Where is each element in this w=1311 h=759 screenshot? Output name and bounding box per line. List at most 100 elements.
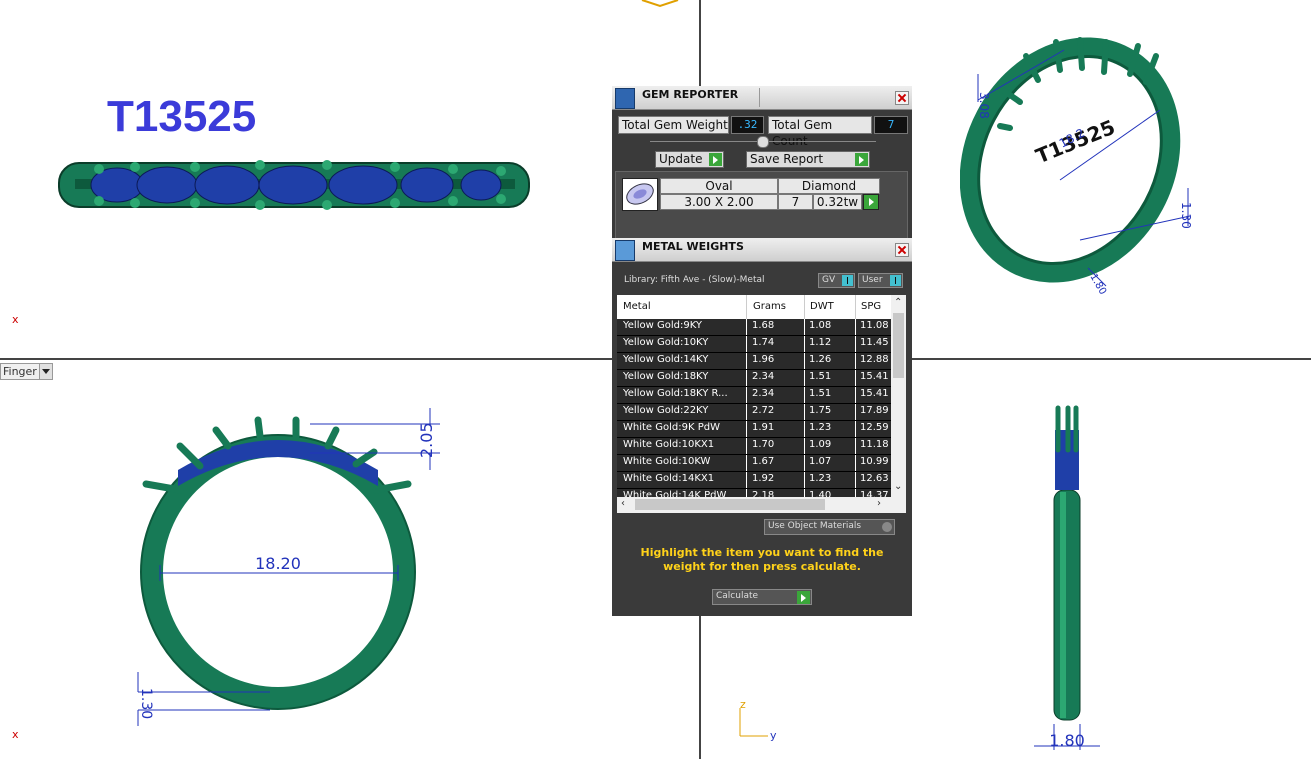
table-row[interactable]: Yellow Gold:10KY 1.74 1.12 11.45: [617, 336, 891, 353]
front-height-dim: 2.05: [417, 422, 436, 458]
calculate-button[interactable]: Calculate: [712, 589, 812, 605]
grams-cell: 1.70: [752, 439, 775, 450]
cell-divider: [746, 319, 747, 335]
spg-cell: 15.41: [860, 388, 889, 399]
col-divider[interactable]: [746, 295, 747, 319]
gem-type-cell: Diamond: [778, 178, 880, 194]
finger-dropdown[interactable]: Finger: [0, 363, 53, 380]
cell-divider: [746, 472, 747, 488]
close-icon[interactable]: [895, 91, 909, 105]
metal-cell: Yellow Gold:18KY R...: [623, 388, 728, 399]
gem-reporter-icon: [615, 88, 635, 109]
metal-table[interactable]: Metal Grams DWT SPG Yellow Gold:9KY 1.68 1…: [617, 295, 906, 513]
horizontal-scrollbar[interactable]: ‹ ›: [617, 497, 906, 513]
col-divider[interactable]: [855, 295, 856, 319]
cell-divider: [804, 421, 805, 437]
camera-marker: [641, 0, 679, 8]
cell-divider: [855, 472, 856, 488]
gem-reporter-titlebar[interactable]: GEM REPORTER: [612, 86, 912, 110]
sku-label: T13525: [107, 92, 257, 141]
front-shank-dim: 1.30: [138, 688, 154, 719]
close-icon[interactable]: [895, 243, 909, 257]
cell-divider: [804, 472, 805, 488]
spg-cell: 12.88: [860, 354, 889, 365]
cell-divider: [804, 353, 805, 369]
table-row[interactable]: Yellow Gold:9KY 1.68 1.08 11.08: [617, 319, 891, 336]
cell-divider: [746, 438, 747, 454]
side-width-dim: 1.80: [1049, 731, 1085, 750]
gem-size-cell: 3.00 X 2.00: [660, 194, 778, 210]
gv-toggle[interactable]: GV: [818, 273, 855, 288]
grams-cell: 1.91: [752, 422, 775, 433]
col-divider[interactable]: [804, 295, 805, 319]
spg-cell: 11.18: [860, 439, 889, 450]
front-width-dim: 18.20: [255, 554, 301, 573]
col-metal[interactable]: Metal: [623, 301, 651, 312]
col-grams[interactable]: Grams: [753, 301, 786, 312]
scroll-down-icon[interactable]: ⌄: [894, 481, 902, 492]
scroll-right-icon[interactable]: ›: [877, 498, 881, 509]
metal-cell: Yellow Gold:10KY: [623, 337, 709, 348]
scroll-thumb[interactable]: [893, 313, 904, 378]
instruction-text: Highlight the item you want to find the …: [640, 546, 884, 573]
cell-divider: [804, 336, 805, 352]
scroll-up-icon[interactable]: ⌃: [894, 297, 902, 308]
toggle-icon: [842, 275, 853, 286]
metal-cell: Yellow Gold:9KY: [623, 320, 702, 331]
user-toggle-label: User: [862, 275, 883, 285]
dwt-cell: 1.09: [809, 439, 832, 450]
gem-count-cell: 7: [778, 194, 813, 210]
table-row[interactable]: White Gold:9K PdW 1.91 1.23 12.59: [617, 421, 891, 438]
save-report-button[interactable]: Save Report: [746, 151, 870, 168]
metal-weights-titlebar[interactable]: METAL WEIGHTS: [612, 238, 912, 262]
table-row[interactable]: White Gold:10KX1 1.70 1.09 11.18: [617, 438, 891, 455]
vertical-scrollbar[interactable]: ⌃ ⌄: [891, 295, 906, 497]
update-button[interactable]: Update: [655, 151, 724, 168]
toggle-icon: [890, 275, 901, 286]
cell-divider: [804, 438, 805, 454]
gem-reporter-title: GEM REPORTER: [642, 88, 739, 101]
grams-cell: 1.68: [752, 320, 775, 331]
spg-cell: 11.45: [860, 337, 889, 348]
titlebar-separator: [759, 88, 760, 107]
scroll-thumb[interactable]: [635, 499, 825, 510]
splitter-handle[interactable]: [757, 136, 769, 148]
axis-x-marker: x: [12, 313, 19, 326]
total-gem-count-value: 7: [874, 116, 908, 134]
scroll-left-icon[interactable]: ‹: [621, 498, 625, 509]
metal-cell: White Gold:9K PdW: [623, 422, 720, 433]
axis-y-label: y: [770, 729, 777, 742]
table-row[interactable]: White Gold:14KX1 1.92 1.23 12.63: [617, 472, 891, 489]
total-gem-weight-label: Total Gem Weight: [618, 116, 729, 134]
col-dwt[interactable]: DWT: [810, 301, 834, 312]
spg-cell: 12.63: [860, 473, 889, 484]
cell-divider: [855, 455, 856, 471]
persp-bottom-dim: 1.80: [1087, 272, 1108, 295]
col-spg[interactable]: SPG: [861, 301, 881, 312]
gem-shape-cell: Oval: [660, 178, 778, 194]
table-row[interactable]: White Gold:10KW 1.67 1.07 10.99: [617, 455, 891, 472]
cell-divider: [746, 336, 747, 352]
metal-weights-title: METAL WEIGHTS: [642, 240, 744, 253]
chevron-down-icon[interactable]: [39, 364, 52, 379]
dwt-cell: 1.75: [809, 405, 832, 416]
cell-divider: [804, 387, 805, 403]
spg-cell: 15.41: [860, 371, 889, 382]
ring-front-view: 18.20 2.05 1.30: [137, 408, 440, 726]
spg-cell: 17.89: [860, 405, 889, 416]
gem-detail-button[interactable]: [863, 194, 879, 210]
use-object-materials-toggle[interactable]: Use Object Materials: [764, 519, 895, 535]
total-gem-weight-value: .32: [731, 116, 764, 134]
cell-divider: [855, 421, 856, 437]
user-toggle[interactable]: User: [858, 273, 903, 288]
ring-perspective-view: T13525 3.08 18.2 1.30 1.80: [960, 37, 1193, 295]
table-row[interactable]: Yellow Gold:14KY 1.96 1.26 12.88: [617, 353, 891, 370]
table-row[interactable]: Yellow Gold:22KY 2.72 1.75 17.89: [617, 404, 891, 421]
table-header: Metal Grams DWT SPG: [617, 295, 891, 320]
table-row[interactable]: Yellow Gold:18KY 2.34 1.51 15.41: [617, 370, 891, 387]
oval-gem-thumbnail[interactable]: [622, 178, 658, 211]
metal-cell: Yellow Gold:14KY: [623, 354, 709, 365]
table-row[interactable]: Yellow Gold:18KY R... 2.34 1.51 15.41: [617, 387, 891, 404]
play-icon: [855, 153, 868, 166]
cell-divider: [855, 370, 856, 386]
